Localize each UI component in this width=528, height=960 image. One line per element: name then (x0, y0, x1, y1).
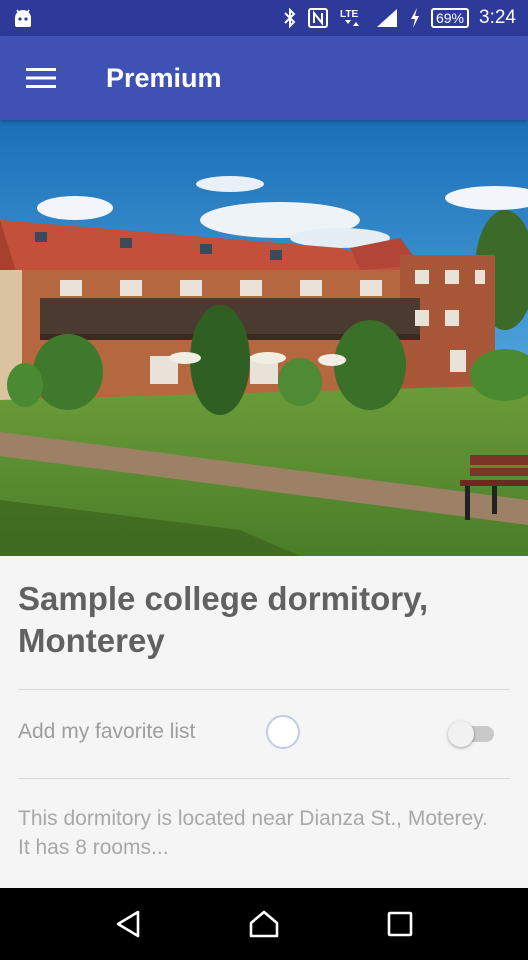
dormitory-photo (0, 120, 528, 556)
status-bar: LTE 69% 3:24 (0, 0, 528, 36)
listing-details: Sample college dormitory, Monterey Add m… (0, 556, 528, 888)
bluetooth-icon (284, 7, 296, 29)
favorite-row[interactable]: Add my favorite list (18, 696, 510, 768)
app-bar: Premium (0, 36, 528, 120)
svg-text:LTE: LTE (340, 9, 358, 20)
navigation-bar (0, 888, 528, 960)
android-icon (15, 9, 31, 27)
nfc-icon (307, 8, 328, 28)
back-icon[interactable] (98, 894, 158, 954)
status-time: 3:24 (479, 7, 516, 28)
signal-icon (376, 9, 397, 27)
home-icon[interactable] (234, 894, 294, 954)
battery-indicator: 69% (430, 8, 470, 28)
hamburger-menu-icon[interactable] (12, 49, 70, 107)
favorite-toggle-switch[interactable] (448, 720, 496, 747)
favorite-label: Add my favorite list (18, 720, 196, 743)
divider (18, 778, 510, 779)
listing-title: Sample college dormitory, Monterey (18, 580, 429, 659)
divider (18, 689, 510, 690)
lte-icon: LTE (340, 9, 359, 26)
listing-description: This dormitory is located near Dianza St… (18, 807, 488, 859)
app-bar-title: Premium (106, 62, 222, 93)
charging-icon (410, 8, 419, 28)
favorite-radio-button[interactable] (266, 715, 300, 749)
switch-thumb (448, 721, 474, 747)
recents-icon[interactable] (370, 894, 430, 954)
